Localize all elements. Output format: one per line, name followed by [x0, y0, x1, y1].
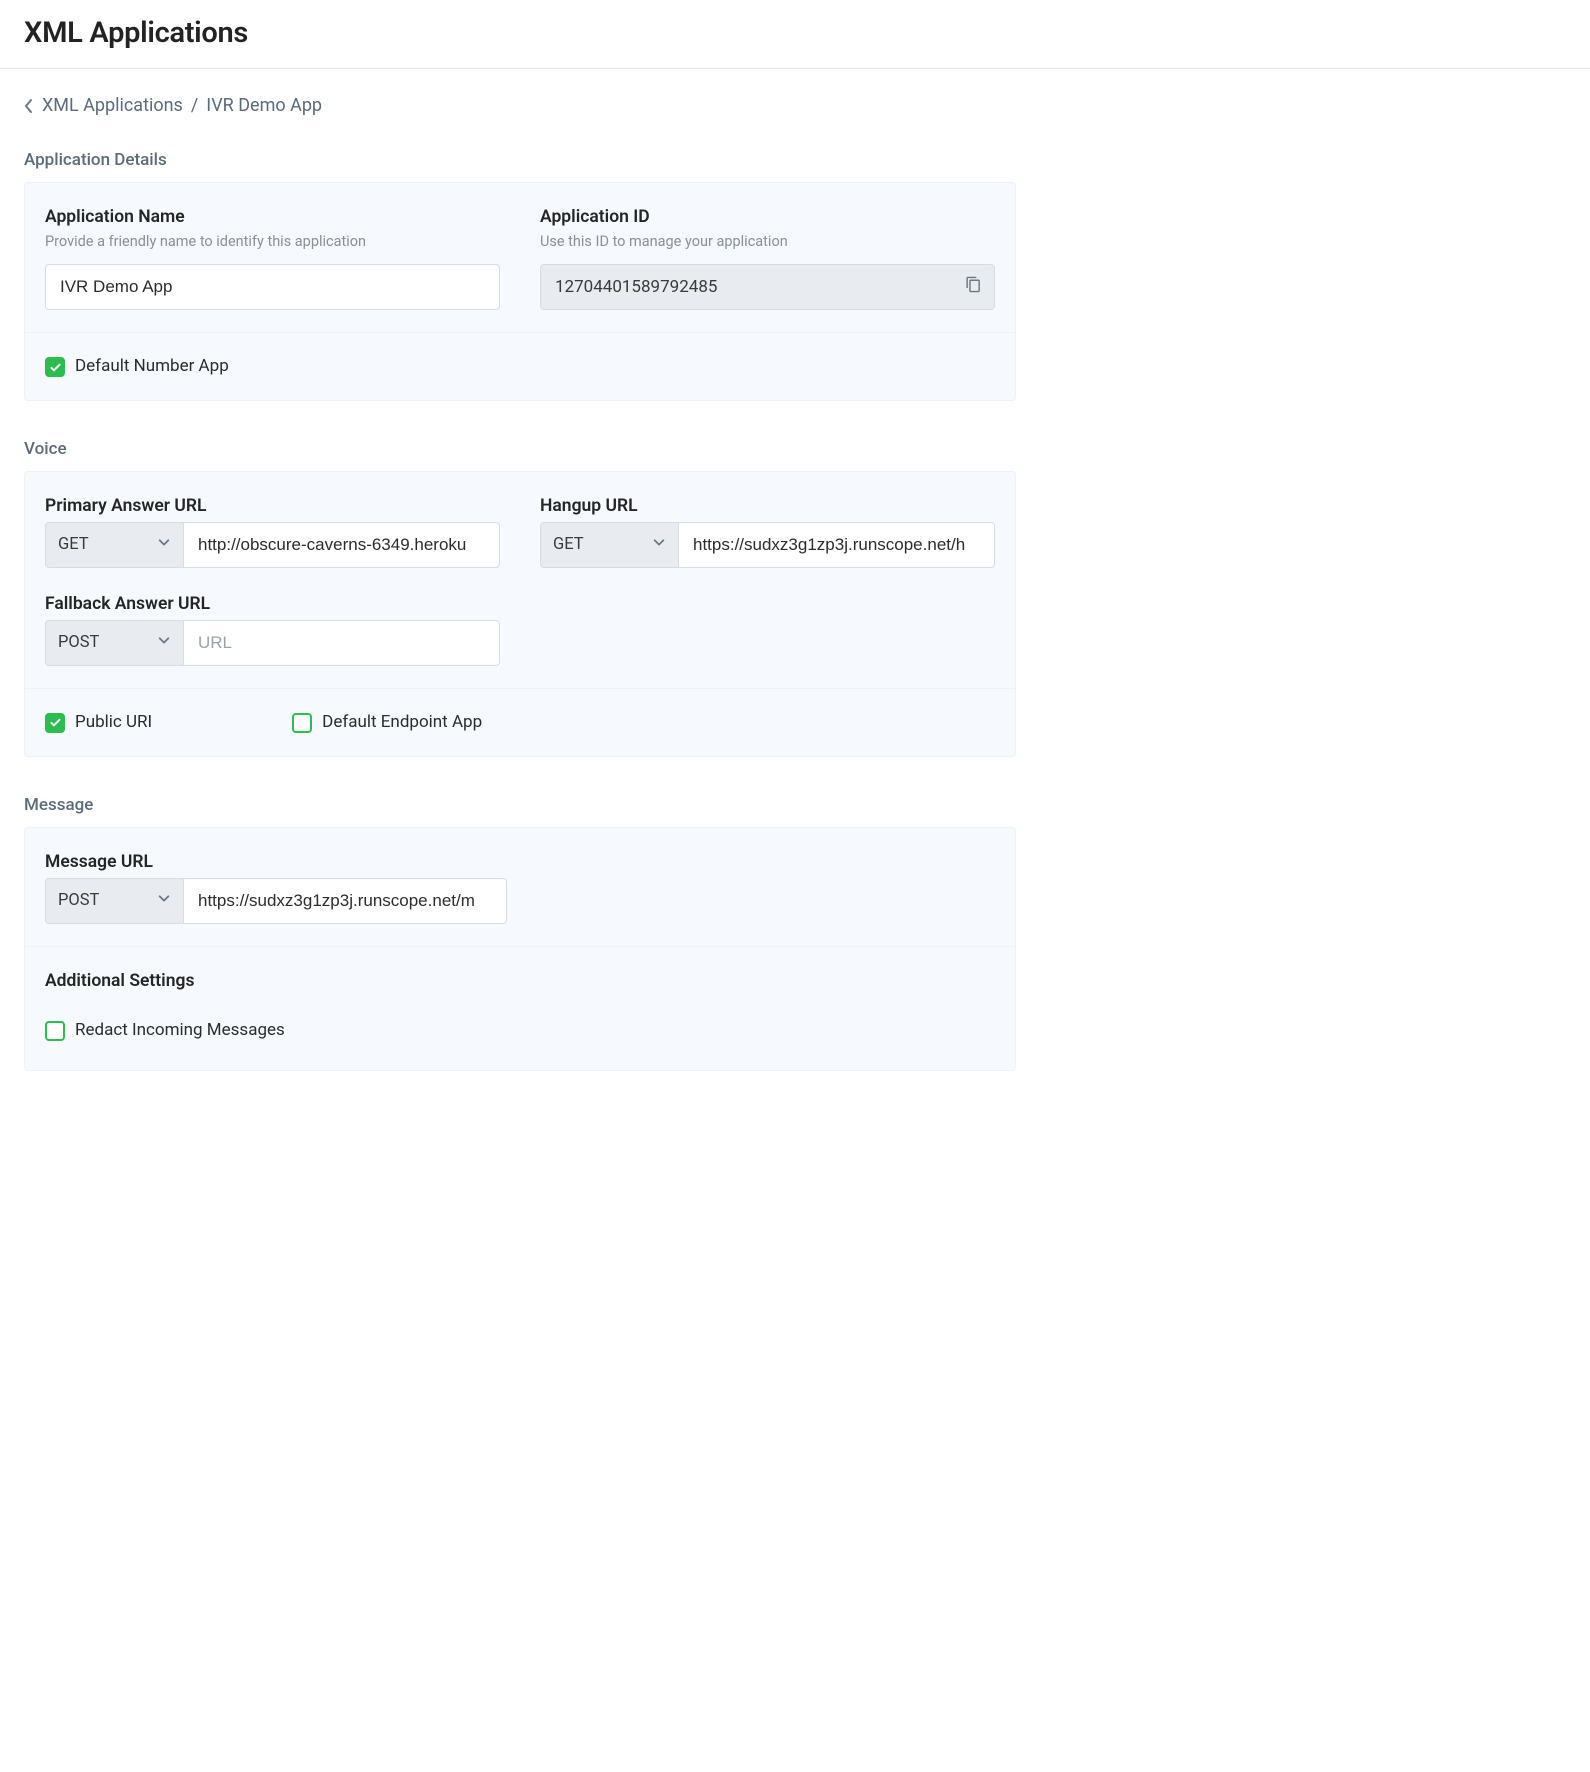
hangup-method-select[interactable]: GET	[540, 522, 678, 568]
redact-incoming-label: Redact Incoming Messages	[75, 1019, 285, 1042]
hangup-url-input[interactable]	[678, 522, 995, 568]
checkbox-checked-icon	[45, 713, 65, 733]
message-method-value: POST	[58, 891, 99, 910]
redact-incoming-checkbox[interactable]: Redact Incoming Messages	[45, 1019, 305, 1042]
message-url-label: Message URL	[45, 852, 507, 872]
app-name-label: Application Name	[45, 207, 500, 227]
app-name-input[interactable]	[45, 264, 500, 310]
app-name-help: Provide a friendly name to identify this…	[45, 233, 500, 250]
message-method-select[interactable]: POST	[45, 878, 183, 924]
primary-url-input[interactable]	[183, 522, 500, 568]
breadcrumb-sep: /	[191, 95, 198, 116]
chevron-left-icon	[24, 98, 34, 114]
copy-icon[interactable]	[965, 276, 982, 298]
primary-answer-url-label: Primary Answer URL	[45, 496, 500, 516]
section-label-app-details: Application Details	[24, 150, 1016, 170]
app-id-value: 12704401589792485	[540, 264, 995, 310]
public-uri-label: Public URI	[75, 711, 152, 734]
message-url-input[interactable]	[183, 878, 507, 924]
fallback-answer-url-label: Fallback Answer URL	[45, 594, 500, 614]
chevron-down-icon	[157, 891, 171, 910]
chevron-down-icon	[157, 633, 171, 652]
breadcrumb-parent[interactable]: XML Applications	[42, 95, 183, 116]
section-label-message: Message	[24, 795, 1016, 815]
default-number-app-checkbox[interactable]: Default Number App	[45, 355, 229, 378]
section-label-voice: Voice	[24, 439, 1016, 459]
breadcrumb[interactable]: XML Applications / IVR Demo App	[24, 95, 1016, 116]
checkbox-unchecked-icon	[292, 713, 312, 733]
primary-method-value: GET	[58, 535, 89, 554]
additional-settings-label: Additional Settings	[45, 971, 995, 991]
checkbox-checked-icon	[45, 357, 65, 377]
panel-app-details: Application Name Provide a friendly name…	[24, 182, 1016, 401]
hangup-method-value: GET	[553, 535, 584, 554]
fallback-method-select[interactable]: POST	[45, 620, 183, 666]
public-uri-checkbox[interactable]: Public URI	[45, 711, 152, 734]
chevron-down-icon	[652, 535, 666, 554]
breadcrumb-current: IVR Demo App	[206, 95, 322, 116]
panel-message: Message URL POST Additional Settings Red…	[24, 827, 1016, 1071]
fallback-method-value: POST	[58, 633, 99, 652]
default-number-app-label: Default Number App	[75, 355, 229, 378]
app-id-text: 12704401589792485	[555, 277, 717, 297]
hangup-url-label: Hangup URL	[540, 496, 995, 516]
default-endpoint-app-label: Default Endpoint App	[322, 711, 482, 734]
page-title: XML Applications	[24, 16, 1566, 50]
chevron-down-icon	[157, 535, 171, 554]
app-id-help: Use this ID to manage your application	[540, 233, 995, 250]
app-id-label: Application ID	[540, 207, 995, 227]
default-endpoint-app-checkbox[interactable]: Default Endpoint App	[292, 711, 482, 734]
panel-voice: Primary Answer URL GET Fallback Answer U…	[24, 471, 1016, 757]
checkbox-unchecked-icon	[45, 1021, 65, 1041]
fallback-url-input[interactable]	[183, 620, 500, 666]
primary-method-select[interactable]: GET	[45, 522, 183, 568]
